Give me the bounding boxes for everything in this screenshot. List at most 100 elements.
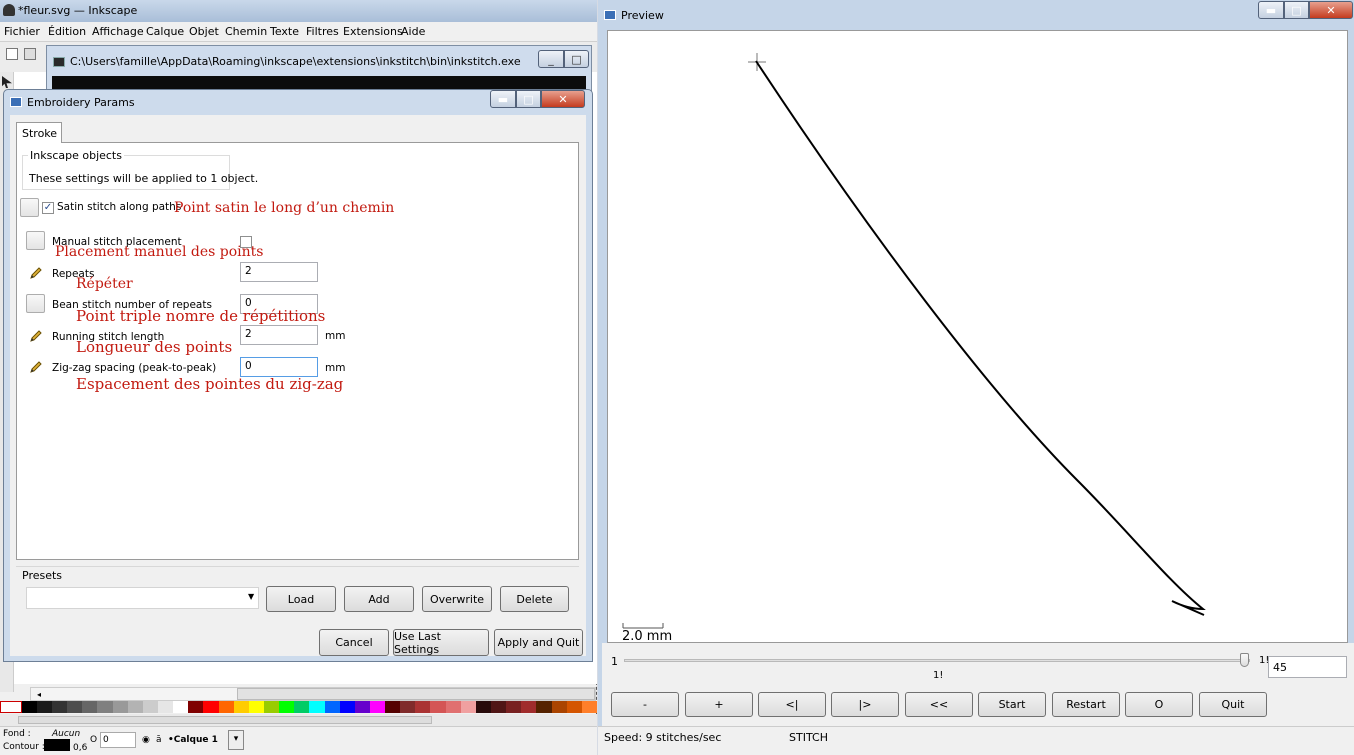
- repeats-input[interactable]: 2: [240, 262, 318, 282]
- bean-stitch-toggle[interactable]: [26, 294, 45, 313]
- swatch[interactable]: [173, 701, 189, 713]
- swatch[interactable]: [369, 701, 386, 713]
- zigzag-spacing-input[interactable]: 0: [240, 357, 318, 377]
- swatch[interactable]: [339, 701, 355, 713]
- swatch[interactable]: [203, 701, 219, 713]
- stroke-color-swatch[interactable]: [44, 739, 70, 751]
- swatch[interactable]: [430, 701, 446, 713]
- swatch[interactable]: [233, 701, 249, 713]
- step-back-button[interactable]: <|: [758, 692, 826, 717]
- swatch[interactable]: [506, 701, 522, 713]
- use-last-settings-button[interactable]: Use Last Settings: [393, 629, 489, 656]
- menu-objet[interactable]: Objet: [189, 25, 219, 38]
- swatch[interactable]: [475, 701, 492, 713]
- stitch-length-input[interactable]: 2: [240, 325, 318, 345]
- load-button[interactable]: Load: [266, 586, 336, 612]
- swatch[interactable]: [460, 701, 476, 713]
- swatch[interactable]: [385, 701, 401, 713]
- opacity-input[interactable]: 0: [100, 732, 136, 748]
- stitch-preview-canvas[interactable]: 2.0 mm: [607, 30, 1348, 644]
- swatch[interactable]: [415, 701, 431, 713]
- swatch[interactable]: [445, 701, 461, 713]
- menu-calque[interactable]: Calque: [146, 25, 184, 38]
- swatch[interactable]: [294, 701, 310, 713]
- step-forward-button[interactable]: |>: [831, 692, 899, 717]
- new-doc-icon[interactable]: [6, 48, 18, 60]
- apply-and-quit-button[interactable]: Apply and Quit: [494, 629, 583, 656]
- swatch[interactable]: [263, 701, 280, 713]
- select-tool-icon[interactable]: [2, 76, 12, 88]
- menu-extensions[interactable]: Extensions: [343, 25, 403, 38]
- color-palette[interactable]: [0, 701, 598, 713]
- lock-icon[interactable]: ā: [156, 735, 162, 745]
- quit-button[interactable]: Quit: [1199, 692, 1267, 717]
- swatch[interactable]: [309, 701, 325, 713]
- manual-placement-toggle[interactable]: [26, 231, 45, 250]
- chevron-down-icon[interactable]: ▼: [248, 592, 254, 601]
- menu-aide[interactable]: Aide: [401, 25, 425, 38]
- dialog-close-button[interactable]: ✕: [541, 90, 585, 108]
- layer-dropdown-icon[interactable]: ▾: [228, 730, 244, 750]
- toggle-o-button[interactable]: O: [1125, 692, 1193, 717]
- menu-affichage[interactable]: Affichage: [92, 25, 144, 38]
- delete-button[interactable]: Delete: [500, 586, 569, 612]
- fill-value[interactable]: Aucun: [52, 729, 80, 739]
- reverse-button[interactable]: <<: [905, 692, 973, 717]
- stitch-number-input[interactable]: 45: [1268, 656, 1347, 678]
- no-color-swatch[interactable]: [0, 701, 22, 713]
- swatch[interactable]: [82, 701, 98, 713]
- swatch[interactable]: [581, 701, 598, 713]
- menu-chemin[interactable]: Chemin: [225, 25, 267, 38]
- console-maximize-button[interactable]: □: [564, 50, 589, 68]
- preview-maximize-button[interactable]: □: [1284, 1, 1309, 19]
- restart-button[interactable]: Restart: [1052, 692, 1120, 717]
- pencil-icon[interactable]: [26, 326, 45, 345]
- swatch[interactable]: [279, 701, 295, 713]
- scroll-left-icon[interactable]: ◂: [37, 690, 41, 699]
- console-minimize-button[interactable]: _: [538, 50, 564, 68]
- swatch[interactable]: [21, 701, 37, 713]
- stitch-slider-thumb[interactable]: [1240, 653, 1249, 667]
- swatch[interactable]: [354, 701, 370, 713]
- swatch[interactable]: [112, 701, 128, 713]
- pencil-icon[interactable]: [26, 263, 45, 282]
- add-button[interactable]: Add: [344, 586, 414, 612]
- menu-edition[interactable]: Édition: [48, 25, 86, 38]
- satin-toggle-button[interactable]: [20, 198, 39, 217]
- menu-fichier[interactable]: Fichier: [4, 25, 40, 38]
- preview-close-button[interactable]: ✕: [1309, 1, 1353, 19]
- palette-scroll-thumb[interactable]: [18, 716, 432, 724]
- swatch[interactable]: [536, 701, 552, 713]
- menu-texte[interactable]: Texte: [270, 25, 299, 38]
- swatch[interactable]: [67, 701, 83, 713]
- overwrite-button[interactable]: Overwrite: [422, 586, 492, 612]
- menu-filtres[interactable]: Filtres: [306, 25, 339, 38]
- dialog-minimize-button[interactable]: ▬: [490, 90, 516, 108]
- scroll-thumb[interactable]: [237, 688, 595, 700]
- palette-scrollbar[interactable]: [0, 714, 597, 726]
- swatch[interactable]: [36, 701, 52, 713]
- stitch-slider-track[interactable]: [624, 659, 1250, 662]
- swatch[interactable]: [521, 701, 537, 713]
- cancel-button[interactable]: Cancel: [319, 629, 389, 656]
- pencil-icon[interactable]: [26, 357, 45, 376]
- tab-stroke[interactable]: Stroke: [16, 122, 62, 143]
- swatch[interactable]: [97, 701, 113, 713]
- open-doc-icon[interactable]: [24, 48, 36, 60]
- swatch[interactable]: [491, 701, 507, 713]
- swatch[interactable]: [157, 701, 174, 713]
- start-button[interactable]: Start: [978, 692, 1046, 717]
- speed-up-button[interactable]: +: [685, 692, 753, 717]
- swatch[interactable]: [188, 701, 204, 713]
- swatch[interactable]: [400, 701, 416, 713]
- satin-checkbox[interactable]: ✓: [42, 202, 54, 214]
- swatch[interactable]: [218, 701, 234, 713]
- speed-down-button[interactable]: -: [611, 692, 679, 717]
- preset-combobox[interactable]: [26, 587, 259, 609]
- swatch[interactable]: [566, 701, 582, 713]
- preview-minimize-button[interactable]: ▬: [1258, 1, 1284, 19]
- swatch[interactable]: [51, 701, 68, 713]
- dialog-maximize-button[interactable]: □: [516, 90, 541, 108]
- eye-icon[interactable]: ◉: [142, 735, 150, 745]
- swatch[interactable]: [248, 701, 264, 713]
